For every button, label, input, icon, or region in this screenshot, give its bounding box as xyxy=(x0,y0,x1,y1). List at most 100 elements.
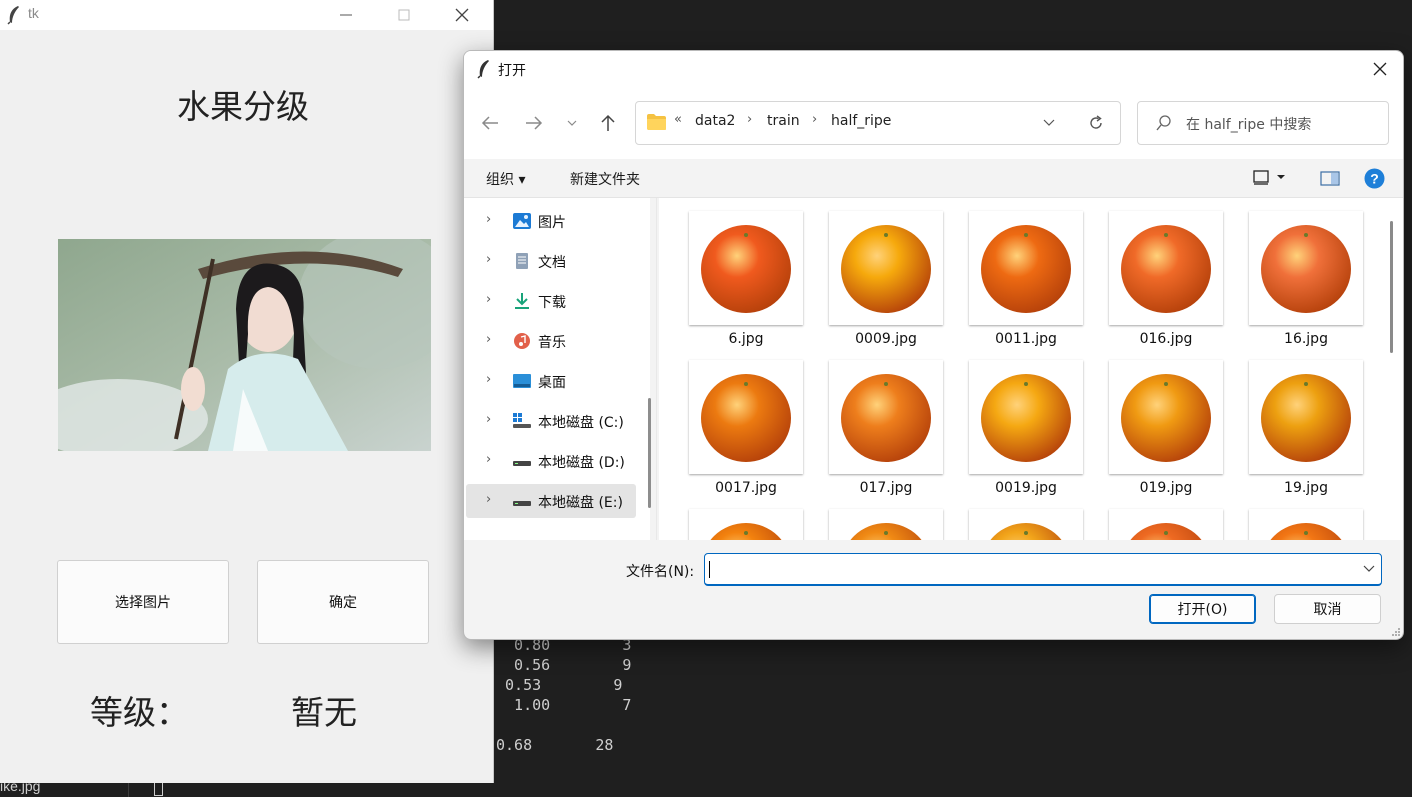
orange-image xyxy=(981,225,1071,313)
nav-item-drive-e[interactable]: › 本地磁盘 (E:) xyxy=(466,484,636,518)
terminal-line: 0.68 28 xyxy=(496,736,614,754)
view-options-icon[interactable] xyxy=(1253,170,1287,186)
orange-image xyxy=(1130,523,1202,540)
grade-value: 暂无 xyxy=(291,693,357,732)
file-name[interactable]: 019.jpg xyxy=(1096,480,1236,496)
file-name[interactable]: 6.jpg xyxy=(676,331,816,347)
file-thumbnail[interactable] xyxy=(1249,360,1363,474)
breadcrumb-item[interactable]: data2 xyxy=(695,113,735,129)
orange-image xyxy=(1121,374,1211,462)
nav-item-drive-d[interactable]: › 本地磁盘 (D:) xyxy=(466,444,636,478)
nav-item-label: 下载 xyxy=(538,295,566,311)
resize-grip-icon[interactable] xyxy=(1391,627,1401,637)
minimize-button[interactable] xyxy=(323,0,369,30)
pane-divider[interactable] xyxy=(656,198,657,540)
file-thumbnail[interactable] xyxy=(969,360,1083,474)
nav-item-drive-c[interactable]: › 本地磁盘 (C:) xyxy=(466,404,636,438)
file-thumbnail[interactable] xyxy=(1109,211,1223,325)
file-thumbnail[interactable] xyxy=(969,211,1083,325)
dialog-close-button[interactable] xyxy=(1357,51,1403,87)
cancel-button[interactable]: 取消 xyxy=(1274,594,1381,624)
file-name[interactable]: 016.jpg xyxy=(1096,331,1236,347)
search-input[interactable]: 在 half_ripe 中搜索 xyxy=(1137,101,1389,145)
tk-titlebar[interactable]: tk xyxy=(0,0,493,30)
nav-item-music[interactable]: › 音乐 xyxy=(466,324,636,358)
desktop-icon xyxy=(513,374,531,388)
breadcrumb-item[interactable]: train xyxy=(767,113,800,129)
forward-button[interactable] xyxy=(520,109,548,137)
chevron-right-icon[interactable]: › xyxy=(486,372,491,387)
organize-menu[interactable]: 组织 ▾ xyxy=(486,169,525,189)
file-name[interactable]: 16.jpg xyxy=(1236,331,1376,347)
forward-arrow-icon xyxy=(526,116,543,130)
address-dropdown-icon[interactable] xyxy=(1043,119,1055,127)
preview-image xyxy=(58,239,431,451)
orange-image xyxy=(841,225,931,313)
file-thumbnail[interactable] xyxy=(1249,211,1363,325)
orange-image xyxy=(1261,225,1351,313)
file-thumbnail[interactable] xyxy=(969,509,1083,540)
orange-image xyxy=(981,374,1071,462)
orange-image xyxy=(1270,523,1342,540)
chevron-right-icon[interactable]: › xyxy=(486,452,491,467)
file-name[interactable]: 0009.jpg xyxy=(816,331,956,347)
chevron-down-icon[interactable] xyxy=(1363,565,1375,573)
nav-item-label: 本地磁盘 (C:) xyxy=(538,415,624,431)
new-folder-button[interactable]: 新建文件夹 xyxy=(570,169,640,189)
maximize-button[interactable] xyxy=(381,0,427,30)
chevron-right-icon[interactable]: › xyxy=(486,492,491,507)
orange-image xyxy=(1261,374,1351,462)
file-thumbnail[interactable] xyxy=(1249,509,1363,540)
chevron-right-icon[interactable]: › xyxy=(486,292,491,307)
nav-item-documents[interactable]: › 文档 xyxy=(466,244,636,278)
preview-pane-icon[interactable] xyxy=(1320,171,1340,186)
nav-item-label: 文档 xyxy=(538,255,566,271)
refresh-icon[interactable] xyxy=(1088,115,1104,131)
nav-item-downloads[interactable]: › 下载 xyxy=(466,284,636,318)
nav-item-label: 图片 xyxy=(538,215,566,231)
back-button[interactable] xyxy=(476,109,504,137)
command-bar: 组织 ▾ 新建文件夹 ? xyxy=(464,159,1403,198)
chevron-right-icon[interactable]: › xyxy=(486,332,491,347)
file-pane-scrollbar[interactable] xyxy=(1390,221,1393,353)
recent-locations-button[interactable] xyxy=(558,109,586,137)
file-thumbnail[interactable] xyxy=(829,211,943,325)
file-name[interactable]: 0019.jpg xyxy=(956,480,1096,496)
open-button[interactable]: 打开(O) xyxy=(1149,594,1256,624)
close-button[interactable] xyxy=(439,0,485,30)
nav-item-desktop[interactable]: › 桌面 xyxy=(466,364,636,398)
breadcrumb-overflow[interactable]: « xyxy=(674,112,682,127)
file-name[interactable]: 19.jpg xyxy=(1236,480,1376,496)
orange-image xyxy=(850,523,922,540)
file-list-pane: 6.jpg 0009.jpg 0011.jpg 016.jpg 16.jpg 0017.j… xyxy=(659,198,1403,540)
confirm-button[interactable]: 确定 xyxy=(257,560,429,644)
file-thumbnail[interactable] xyxy=(689,360,803,474)
help-icon[interactable]: ? xyxy=(1364,168,1385,189)
chevron-right-icon: › xyxy=(747,112,753,127)
tk-app-window: tk 水果分级 选择图片 确定 等级： 暂无 xyxy=(0,0,494,783)
chevron-down-icon xyxy=(567,120,577,126)
chevron-right-icon[interactable]: › xyxy=(486,212,491,227)
nav-item-pictures[interactable]: › 图片 xyxy=(466,204,636,238)
chevron-right-icon[interactable]: › xyxy=(486,412,491,427)
file-thumbnail[interactable] xyxy=(689,211,803,325)
up-button[interactable] xyxy=(594,109,622,137)
drive-icon xyxy=(513,501,531,506)
breadcrumb-item[interactable]: half_ripe xyxy=(831,113,891,129)
filename-input[interactable] xyxy=(704,553,1382,586)
chevron-right-icon[interactable]: › xyxy=(486,252,491,267)
file-thumbnail[interactable] xyxy=(1109,509,1223,540)
select-image-button[interactable]: 选择图片 xyxy=(57,560,229,644)
file-thumbnail[interactable] xyxy=(829,360,943,474)
file-thumbnail[interactable] xyxy=(829,509,943,540)
file-name[interactable]: 0011.jpg xyxy=(956,331,1096,347)
taskbar-window-icon[interactable] xyxy=(154,781,163,796)
file-name[interactable]: 0017.jpg xyxy=(676,480,816,496)
nav-pane-scrollbar[interactable] xyxy=(648,398,651,508)
address-bar[interactable]: « data2 › train › half_ripe xyxy=(635,101,1121,145)
dialog-titlebar[interactable]: 打开 xyxy=(464,51,1403,87)
file-thumbnail[interactable] xyxy=(1109,360,1223,474)
file-name[interactable]: 017.jpg xyxy=(816,480,956,496)
terminal-line: 1.00 7 xyxy=(496,696,632,714)
file-thumbnail[interactable] xyxy=(689,509,803,540)
